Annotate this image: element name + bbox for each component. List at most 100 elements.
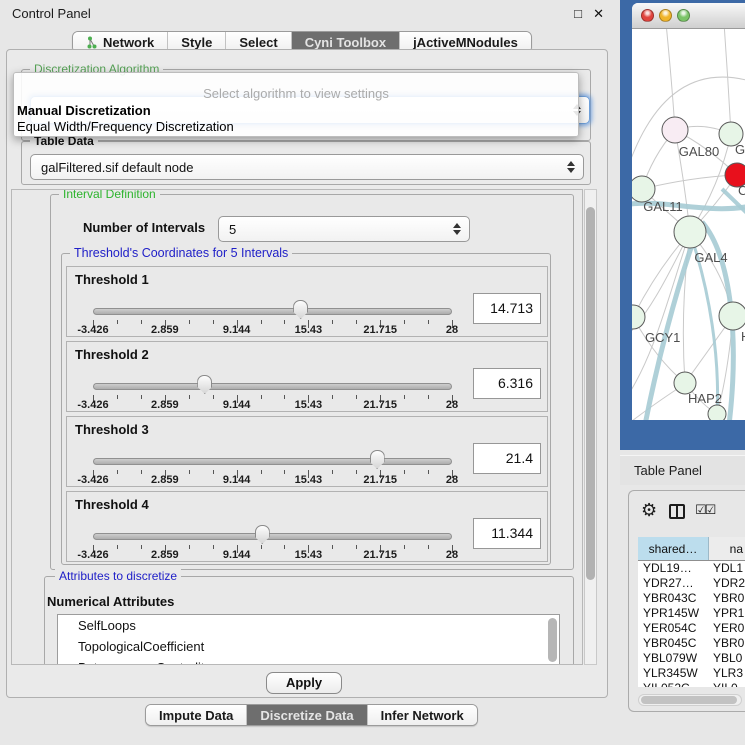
list-item-topologicalcoefficient[interactable]: TopologicalCoefficient	[58, 636, 559, 657]
slider-tick	[261, 545, 262, 549]
bottom-tab-label: Impute Data	[159, 708, 233, 723]
table-row[interactable]: YPR145WYPR1	[638, 606, 745, 621]
slider-tick	[213, 395, 214, 399]
list-item-selfloops[interactable]: SelfLoops	[58, 615, 559, 636]
column-header-name[interactable]: na	[709, 537, 745, 560]
control-panel-titlebar: Control Panel □ ✕	[0, 0, 620, 28]
slider-track[interactable]	[93, 308, 452, 315]
cell-name: YDL1	[709, 561, 745, 576]
table-row[interactable]: YDL19…YDL1	[638, 561, 745, 576]
slider-track[interactable]	[93, 533, 452, 540]
table-row[interactable]: YER054CYER0	[638, 621, 745, 636]
tick-label: 9.144	[223, 399, 251, 411]
cell-name: YBR0	[709, 636, 745, 651]
tick-label: 15.43	[295, 324, 323, 336]
popup-item-manual-discretization[interactable]: Manual Discretization	[14, 103, 578, 119]
table-row[interactable]: YDR27…YDR2	[638, 576, 745, 591]
list-scrollbar[interactable]	[548, 618, 557, 662]
tab-label: Cyni Toolbox	[305, 35, 386, 50]
thresholds-group: Threshold's Coordinates for 5 Intervals …	[61, 253, 551, 565]
list-item-betweennesscentrality[interactable]: BetweennessCentrality	[58, 657, 559, 665]
slider-tick	[189, 545, 190, 549]
slider-track[interactable]	[93, 458, 452, 465]
table-data-combo[interactable]: galFiltered.sif default node	[30, 154, 584, 180]
numerical-attributes-list: SelfLoopsTopologicalCoefficientBetweenne…	[57, 614, 560, 665]
tick-label: -3.426	[77, 549, 108, 561]
slider-tick	[141, 470, 142, 474]
network-node-gcy1[interactable]	[632, 305, 645, 329]
slider-tick	[428, 545, 429, 549]
network-window-frame: GAL80GACGAL11GAL4GCY1HHAP2	[620, 0, 745, 450]
slider-thumb[interactable]	[197, 375, 212, 394]
slider-tick	[189, 470, 190, 474]
scrollbar-thumb[interactable]	[641, 696, 737, 704]
close-window-icon[interactable]: ✕	[593, 6, 604, 22]
slider-tick	[261, 320, 262, 324]
threshold-value-field[interactable]: 6.316	[473, 368, 541, 399]
tick-label: 9.144	[223, 324, 251, 336]
bottom-tab-discretize-data[interactable]: Discretize Data	[246, 705, 366, 725]
thresholds-group-label: Threshold's Coordinates for 5 Intervals	[70, 246, 292, 260]
threshold-value-field[interactable]: 21.4	[473, 443, 541, 474]
cell-name: YLR3	[709, 666, 745, 681]
tick-label: -3.426	[77, 324, 108, 336]
mac-minimize-icon[interactable]	[659, 9, 672, 22]
table-row[interactable]: YLR345WYLR3	[638, 666, 745, 681]
network-node-h[interactable]	[719, 302, 745, 330]
network-node-gal80[interactable]	[662, 117, 688, 143]
settings-vertical-scrollbar[interactable]	[584, 189, 597, 665]
apply-button[interactable]: Apply	[266, 672, 342, 694]
node-label: GAL80	[679, 144, 719, 159]
slider-tick	[261, 395, 262, 399]
column-header-shared-name[interactable]: shared…	[638, 537, 709, 560]
node-attribute-table: shared… na YDL19…YDL1YDR27…YDR2YBR043CYB…	[638, 537, 745, 687]
float-window-icon[interactable]: □	[574, 6, 582, 21]
threshold-title: Threshold 4	[75, 497, 149, 512]
scrollbar-thumb[interactable]	[586, 207, 595, 580]
tick-label: 15.43	[295, 399, 323, 411]
table-horizontal-scrollbar[interactable]	[638, 694, 742, 706]
checkbox-icons[interactable]: ☑☑	[695, 502, 714, 518]
slider-tick	[404, 320, 405, 324]
slider-track[interactable]	[93, 383, 452, 390]
table-row[interactable]: YIL052CYIL0	[638, 681, 745, 687]
bottom-tab-infer-network[interactable]: Infer Network	[367, 705, 477, 725]
attributes-group-label: Attributes to discretize	[55, 569, 181, 583]
slider-thumb[interactable]	[370, 450, 385, 469]
gear-icon[interactable]: ⚙	[641, 500, 657, 521]
network-icon	[86, 36, 98, 49]
cell-shared-name: YDL19…	[638, 561, 709, 576]
mac-zoom-icon[interactable]	[677, 9, 690, 22]
table-row[interactable]: YBL079WYBL0	[638, 651, 745, 666]
network-node-gal4[interactable]	[674, 216, 706, 248]
slider-tick	[356, 545, 357, 549]
network-canvas[interactable]: GAL80GACGAL11GAL4GCY1HHAP2	[632, 29, 745, 419]
app-root: Control Panel □ ✕ NetworkStyleSelectCyni…	[0, 0, 745, 745]
slider-tick	[428, 320, 429, 324]
tab-label: Style	[181, 35, 212, 50]
popup-placeholder-item[interactable]: Select algorithm to view settings	[14, 86, 578, 103]
threshold-panel-3: Threshold 3-3.4262.8599.14415.4321.71528…	[66, 416, 548, 487]
bottom-tab-impute-data[interactable]: Impute Data	[146, 705, 246, 725]
number-of-intervals-combo[interactable]: 5	[218, 216, 470, 242]
columns-icon[interactable]	[669, 504, 685, 519]
popup-item-equal-width-frequency-discretization[interactable]: Equal Width/Frequency Discretization	[14, 119, 578, 135]
mac-close-icon[interactable]	[641, 9, 654, 22]
table-row[interactable]: YBR045CYBR0	[638, 636, 745, 651]
slider-thumb[interactable]	[255, 525, 270, 544]
slider-thumb[interactable]	[293, 300, 308, 319]
tick-label: 15.43	[295, 474, 323, 486]
table-panel-titlebar: Table Panel	[620, 455, 745, 485]
slider-tick	[141, 545, 142, 549]
bottom-tab-bar: Impute Data Discretize DataInfer Network	[145, 704, 478, 726]
cell-shared-name: YLR345W	[638, 666, 709, 681]
table-row[interactable]: YBR043CYBR0	[638, 591, 745, 606]
network-node[interactable]	[708, 405, 726, 420]
node-label: GA	[735, 142, 745, 157]
cell-shared-name: YDR27…	[638, 576, 709, 591]
tick-label: -3.426	[77, 399, 108, 411]
threshold-value-field[interactable]: 11.344	[473, 518, 541, 549]
node-label: H	[741, 329, 745, 344]
threshold-value-field[interactable]: 14.713	[473, 293, 541, 324]
slider-tick	[284, 470, 285, 474]
